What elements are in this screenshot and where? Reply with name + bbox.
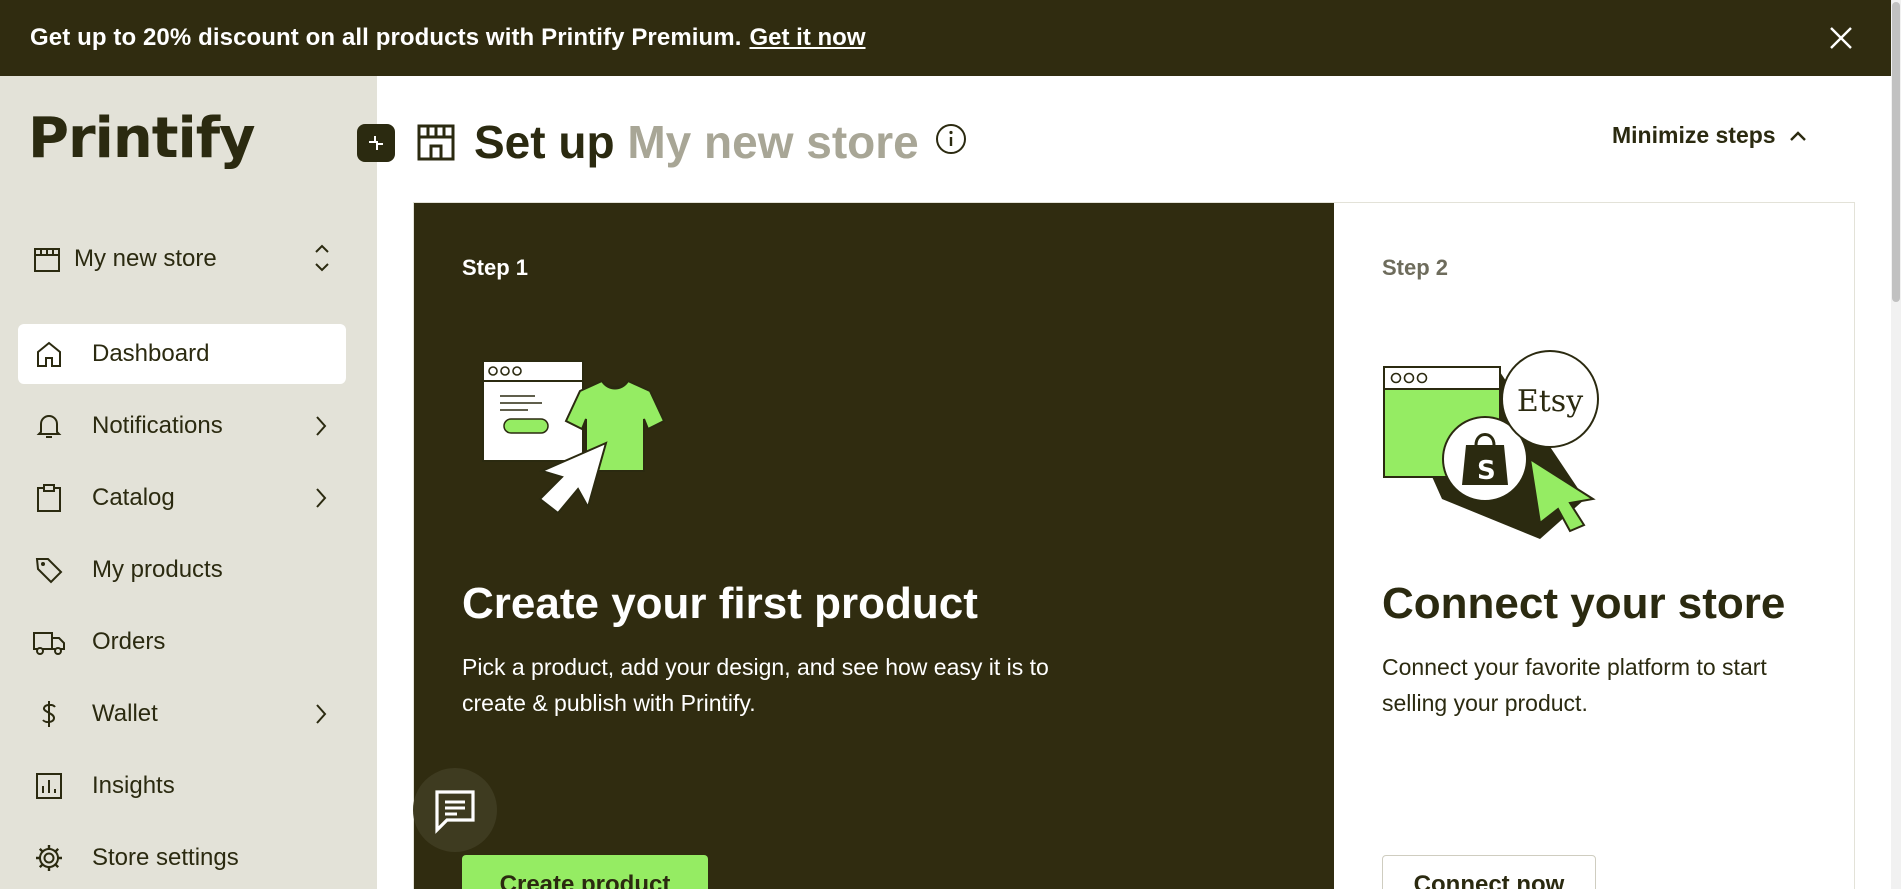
page-header: Set up My new store [414,112,967,172]
etsy-badge: Etsy [1517,384,1583,419]
chevron-right-icon [316,416,327,436]
collapse-sidebar-button[interactable] [357,124,395,162]
truck-icon [32,625,66,659]
sidebar-item-label: Wallet [92,700,158,727]
step-card-1: Step 1 Create your first product Pick a … [414,203,1334,889]
svg-text:S: S [1477,456,1496,486]
tag-icon [32,553,66,587]
home-icon [32,337,66,371]
sidebar-item-notifications[interactable]: Notifications [18,396,346,456]
sidebar-item-wallet[interactable]: Wallet [18,684,346,744]
store-switcher-label: My new store [74,245,217,272]
connect-now-button[interactable]: Connect now [1382,855,1596,889]
setup-steps: Step 1 Create your first product Pick a … [413,202,1855,889]
create-product-illustration [482,360,666,515]
step-label: Step 1 [462,255,529,280]
sidebar-item-store-settings[interactable]: Store settings [18,828,346,888]
connect-store-illustration: S Etsy [1383,350,1599,539]
chat-button[interactable] [413,768,497,852]
promo-banner: Get up to 20% discount on all products w… [0,0,1891,76]
page-title-prefix: Set up [474,116,615,168]
sidebar-item-label: Dashboard [92,340,210,367]
step-heading: Connect your store [1382,579,1786,628]
store-switcher[interactable]: My new store [32,238,332,280]
minimize-steps-label: Minimize steps [1612,122,1776,148]
step-card-2: Step 2 S Etsy Connect your store Connect… [1334,203,1854,889]
step-label: Step 2 [1382,255,1449,280]
sidebar-item-label: Orders [92,628,166,655]
printify-logo[interactable]: Printify [28,106,256,171]
store-icon [417,124,455,161]
step-description: Connect your favorite platform to start … [1382,654,1767,716]
chevron-up-down-icon [315,244,329,272]
chevron-right-icon [316,488,327,508]
page-title: Set up My new store [474,115,919,169]
chevron-right-icon [316,704,327,724]
bell-icon [32,409,66,443]
sidebar-item-insights[interactable]: Insights [18,756,346,816]
promo-banner-text: Get up to 20% discount on all products w… [30,24,742,51]
sidebar-item-label: My products [92,556,223,583]
create-product-button[interactable]: Create product [462,855,708,889]
sidebar-item-label: Catalog [92,484,175,511]
sidebar-item-label: Notifications [92,412,223,439]
scrollbar-thumb[interactable] [1892,2,1900,302]
step-description: Pick a product, add your design, and see… [462,654,1049,716]
store-icon [34,248,60,272]
step-heading: Create your first product [462,579,978,628]
sidebar-item-label: Store settings [92,844,239,871]
gear-icon [32,841,66,875]
sidebar: Printify My new store Dashboard Notifica… [0,76,377,889]
minimize-steps-button[interactable]: Minimize steps [1612,122,1808,149]
sidebar-item-label: Insights [92,772,175,799]
close-icon [1830,27,1852,49]
sidebar-item-orders[interactable]: Orders [18,612,346,672]
info-icon[interactable] [935,123,967,155]
chart-icon [32,769,66,803]
clipboard-icon [32,481,66,515]
chat-icon [435,790,475,834]
chevron-up-icon [1789,130,1806,141]
sidebar-nav: Dashboard Notifications Catalog My produ… [18,324,346,889]
collapse-icon [369,136,383,150]
page-title-store: My new store [627,116,919,168]
sidebar-item-my-products[interactable]: My products [18,540,346,600]
close-banner-button[interactable] [1821,18,1861,58]
sidebar-item-dashboard[interactable]: Dashboard [18,324,346,384]
page-scrollbar[interactable] [1891,0,1901,889]
dollar-icon [32,697,66,731]
get-it-now-link[interactable]: Get it now [750,24,866,52]
sidebar-item-catalog[interactable]: Catalog [18,468,346,528]
